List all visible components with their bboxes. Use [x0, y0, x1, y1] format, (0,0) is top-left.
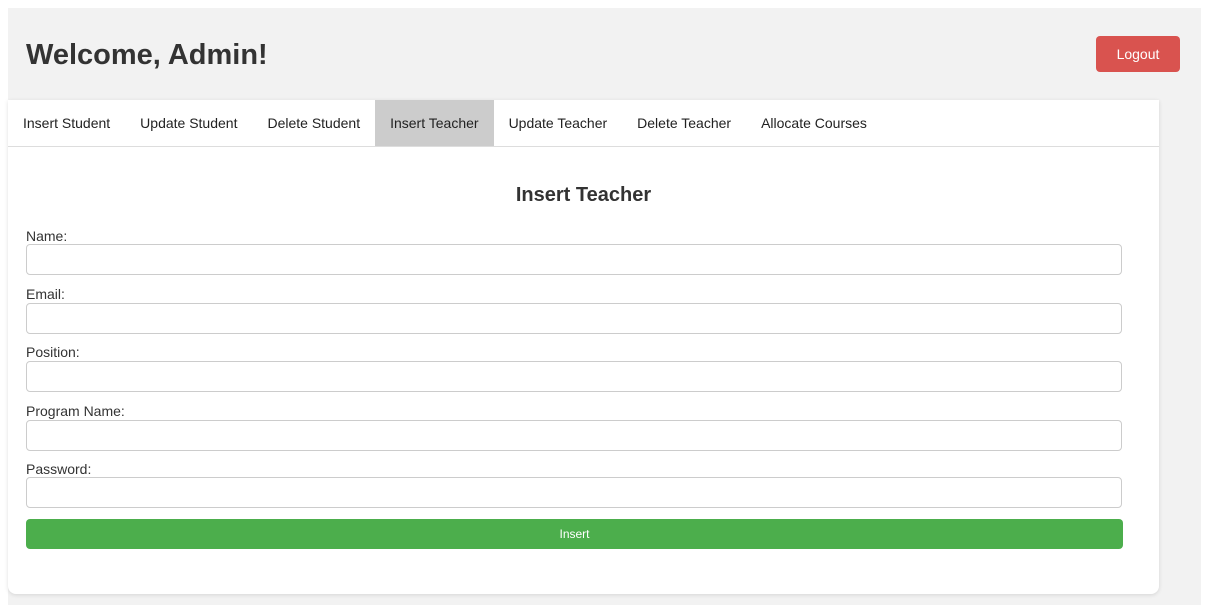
tab-insert-student[interactable]: Insert Student — [8, 100, 125, 146]
email-label: Email: — [26, 286, 65, 302]
insert-button[interactable]: Insert — [26, 519, 1123, 549]
tab-update-student[interactable]: Update Student — [125, 100, 252, 146]
form-heading: Insert Teacher — [515, 184, 652, 206]
tab-allocate-courses[interactable]: Allocate Courses — [746, 100, 882, 146]
program-name-label: Program Name: — [26, 403, 125, 419]
tab-delete-teacher[interactable]: Delete Teacher — [622, 100, 746, 146]
position-field[interactable] — [26, 361, 1122, 392]
program-name-field[interactable] — [26, 420, 1122, 451]
name-field[interactable] — [26, 244, 1122, 275]
password-field[interactable] — [26, 477, 1122, 508]
name-label: Name: — [26, 228, 68, 244]
logout-button[interactable]: Logout — [1096, 36, 1180, 72]
page-title: Welcome, Admin! — [26, 39, 268, 71]
tab-insert-teacher[interactable]: Insert Teacher — [375, 100, 494, 146]
tab-bar: Insert Student Update Student Delete Stu… — [8, 100, 1159, 147]
email-field[interactable] — [26, 303, 1122, 334]
tab-delete-student[interactable]: Delete Student — [252, 100, 375, 146]
admin-panel: Insert Student Update Student Delete Stu… — [8, 100, 1159, 594]
tab-update-teacher[interactable]: Update Teacher — [494, 100, 623, 146]
position-label: Position: — [26, 344, 80, 360]
password-label: Password: — [26, 461, 92, 477]
